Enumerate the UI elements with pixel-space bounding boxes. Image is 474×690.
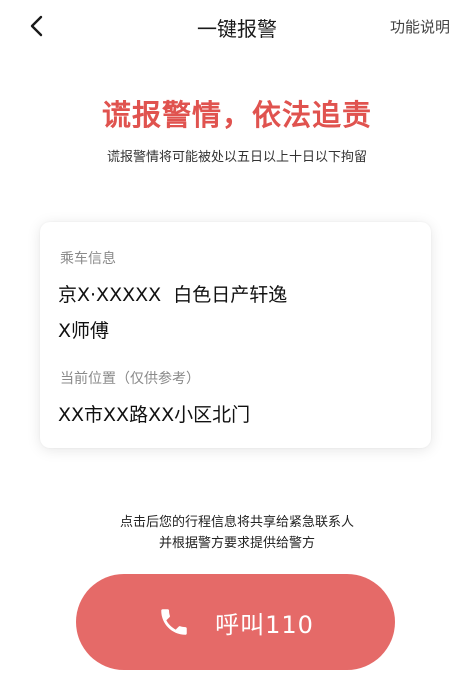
warning-subline: 谎报警情将可能被处以五日以上十日以下拘留 <box>106 150 367 165</box>
share-notice: 点击后您的行程信息将共享给紧急联系人 并根据警方要求提供给警方 <box>0 512 474 554</box>
share-notice-line-2: 并根据警方要求提供给警方 <box>158 536 315 551</box>
location-label: 当前位置（仅供参考） <box>60 371 200 387</box>
top-nav-bar: 一键报警 功能说明 <box>0 0 474 52</box>
location-value: XX市XX路XX小区北门 <box>58 404 251 426</box>
driver-name: X师傅 <box>58 320 110 342</box>
ride-info-label: 乘车信息 <box>60 251 116 267</box>
share-notice-line-1: 点击后您的行程信息将共享给紧急联系人 <box>119 515 354 530</box>
call-button-label: 呼叫110 <box>215 610 314 639</box>
call-110-button[interactable]: 呼叫110 <box>76 574 395 670</box>
vehicle-info: 京X·XXXXX 白色日产轩逸 <box>58 284 288 306</box>
phone-icon <box>161 609 187 635</box>
help-link[interactable]: 功能说明 <box>390 16 450 37</box>
ride-info-card: 乘车信息 京X·XXXXX 白色日产轩逸 X师傅 当前位置（仅供参考） XX市X… <box>40 222 431 448</box>
warning-headline: 谎报警情，依法追责 <box>101 98 372 132</box>
